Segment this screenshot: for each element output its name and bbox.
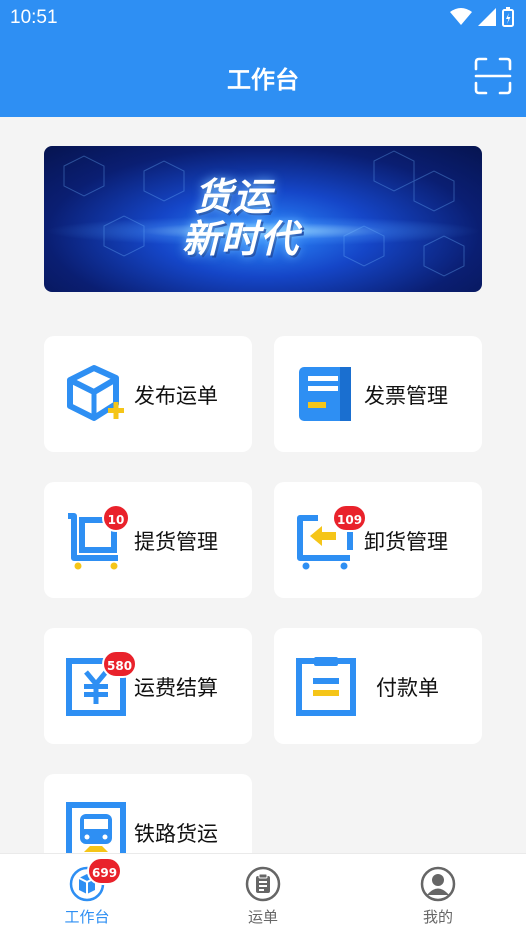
card-freight-settlement[interactable]: 580 运费结算	[44, 628, 252, 744]
card-label: 铁路货运	[134, 822, 218, 846]
card-label: 付款单	[376, 676, 439, 700]
card-publish-waybill[interactable]: 发布运单	[44, 336, 252, 452]
tab-label: 工作台	[64, 908, 110, 926]
battery-icon	[502, 7, 514, 27]
signal-icon	[478, 8, 496, 26]
status-icons	[450, 7, 514, 27]
invoice-icon	[299, 367, 351, 421]
tab-label: 运单	[247, 908, 278, 926]
bottom-tab-bar: 699 工作台 运单 我的	[0, 853, 526, 935]
tab-waybill[interactable]: 运单	[203, 854, 323, 935]
status-time: 10:51	[10, 7, 58, 28]
payment-clipboard-icon	[296, 657, 356, 716]
card-invoice-management[interactable]: 发票管理	[274, 336, 482, 452]
banner-line1: 货运	[194, 175, 273, 219]
card-label: 发布运单	[134, 384, 218, 408]
card-unload-management[interactable]: 109 卸货管理	[274, 482, 482, 598]
user-icon	[420, 866, 456, 902]
freight-badge: 580	[102, 650, 138, 678]
clipboard-icon	[245, 866, 281, 902]
pickup-badge: 10	[102, 504, 130, 532]
publish-box-icon	[67, 365, 124, 421]
banner-line2: 新时代	[182, 217, 300, 261]
promo-banner[interactable]: 货运 新时代	[44, 146, 482, 292]
wifi-icon	[450, 8, 472, 25]
card-label: 运费结算	[134, 676, 218, 700]
banner-text: 货运 新时代	[182, 175, 299, 260]
tab-label: 我的	[422, 908, 453, 926]
card-label: 提货管理	[134, 530, 218, 554]
tab-workbench[interactable]: 699 工作台	[27, 854, 147, 935]
card-payment-order[interactable]: 付款单	[274, 628, 482, 744]
unload-badge: 109	[332, 504, 368, 532]
tab-profile[interactable]: 我的	[378, 854, 498, 935]
card-label: 发票管理	[364, 384, 448, 408]
card-label: 卸货管理	[364, 530, 448, 554]
scan-icon[interactable]	[474, 57, 512, 95]
workbench-badge: 699	[87, 857, 123, 885]
page-title: 工作台	[227, 66, 299, 94]
app-header: 10:51 工作台	[0, 0, 526, 117]
card-pickup-management[interactable]: 10 提货管理	[44, 482, 252, 598]
